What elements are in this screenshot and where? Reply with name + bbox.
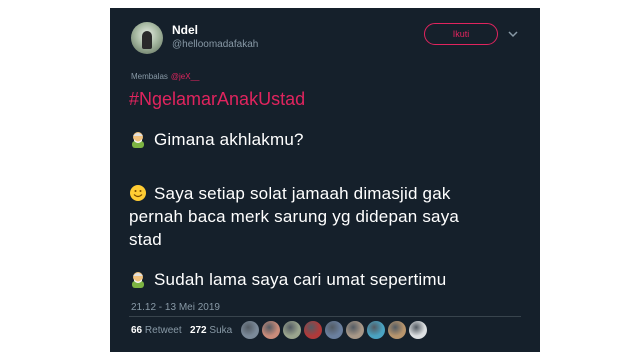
tweet-line-text: Saya setiap solat jamaah dimasjid gak [154,184,451,203]
tweet-line-text: stad [129,230,162,249]
retweet-label: Retweet [144,325,182,336]
reply-context: Membalas @jeX__ [131,72,200,81]
tweet-line-3: pernah baca merk sarung yg didepan saya [129,204,459,229]
liker-avatar[interactable] [283,321,301,339]
smiling-face-emoji-icon [130,185,146,201]
liker-avatar[interactable] [304,321,322,339]
liker-avatar[interactable] [367,321,385,339]
liker-avatar[interactable] [241,321,259,339]
liker-avatar[interactable] [325,321,343,339]
liker-avatar[interactable] [409,321,427,339]
like-count: 272 [189,325,207,336]
tweet-line-text: Sudah lama saya cari umat sepertimu [154,270,447,289]
reply-mention-link[interactable]: @jeX__ [171,72,200,81]
old-man-emoji-icon [132,132,144,148]
liker-avatar[interactable] [388,321,406,339]
tweet-line-1: Gimana akhlakmu? [129,127,304,152]
display-name[interactable]: Ndel [172,23,198,37]
tweet-card: Ndel @helloomadafakah Ikuti Membalas @jeX… [110,8,540,352]
hashtag-link[interactable]: #NgelamarAnakUstad [129,89,305,110]
liker-avatar[interactable] [262,321,280,339]
tweet-line-text: pernah baca merk sarung yg didepan saya [129,207,460,226]
engagement-stats: 66 Retweet 272 Suka [131,325,232,336]
likers-avatar-row[interactable] [241,321,427,339]
like-label: Suka [209,325,233,336]
follow-button[interactable]: Ikuti [424,23,498,45]
tweet-line-text: Gimana akhlakmu? [154,130,304,149]
avatar[interactable] [131,22,163,54]
retweet-count-link[interactable]: 66 Retweet [131,325,182,336]
like-count-link[interactable]: 272 Suka [190,325,232,336]
user-handle[interactable]: @helloomadafakah [172,39,258,50]
tweet-line-4: stad [129,227,162,252]
tweet-line-5: Sudah lama saya cari umat sepertimu [129,267,446,292]
timestamp[interactable]: 21.12 - 13 Mei 2019 [131,302,220,313]
chevron-down-icon[interactable] [507,28,519,40]
liker-avatar[interactable] [346,321,364,339]
divider [129,316,521,317]
reply-prefix: Membalas [131,72,168,81]
tweet-line-2: Saya setiap solat jamaah dimasjid gak [129,181,451,206]
old-man-emoji-icon [132,272,144,288]
retweet-count: 66 [131,325,143,336]
